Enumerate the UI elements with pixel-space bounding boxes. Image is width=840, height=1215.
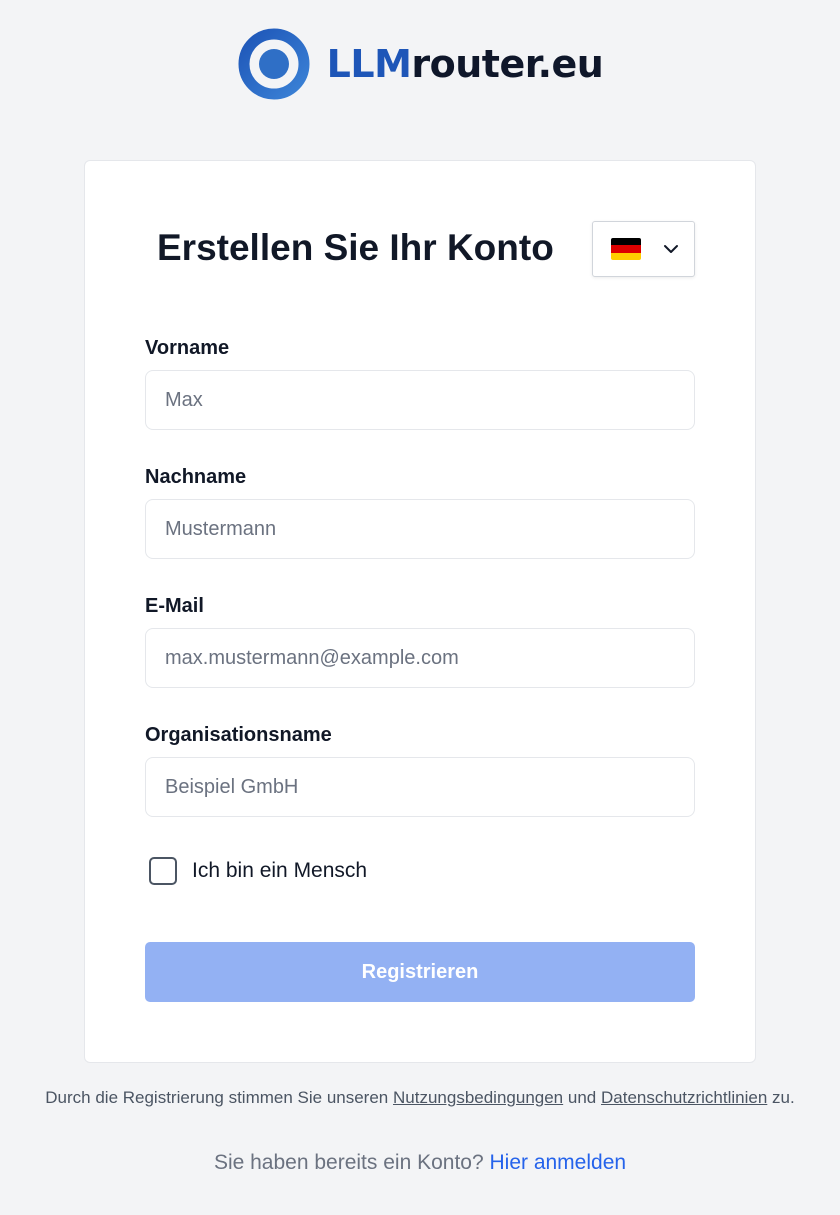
terms-and: und: [567, 1088, 597, 1107]
brand-name-part1: LLM: [326, 42, 412, 86]
brand-logo: LLMrouter.eu: [0, 26, 840, 102]
signup-card: Erstellen Sie Ihr Konto Vorname Nachname…: [84, 160, 756, 1063]
login-prompt-text: Sie haben bereits ein Konto?: [213, 1151, 484, 1174]
language-selector[interactable]: [592, 221, 695, 277]
brand-name-part2: router.eu: [411, 42, 604, 86]
human-checkbox[interactable]: [149, 857, 177, 885]
last-name-input[interactable]: [145, 499, 695, 559]
privacy-link[interactable]: Datenschutzrichtlinien: [601, 1088, 767, 1107]
first-name-label: Vorname: [145, 337, 230, 359]
terms-notice: Durch die Registrierung stimmen Sie unse…: [0, 1088, 840, 1108]
brand-name: LLMrouter.eu: [327, 42, 604, 86]
chevron-down-icon: [664, 245, 678, 253]
organization-input[interactable]: [145, 757, 695, 817]
register-button[interactable]: Registrieren: [145, 942, 695, 1002]
human-check[interactable]: Ich bin ein Mensch: [149, 857, 367, 885]
logo-ring-icon: [238, 28, 310, 100]
organization-label: Organisationsname: [145, 724, 332, 746]
login-prompt: Sie haben bereits ein Konto? Hier anmeld…: [0, 1151, 840, 1175]
terms-prefix: Durch die Registrierung stimmen Sie unse…: [45, 1088, 389, 1107]
human-check-label: Ich bin ein Mensch: [192, 859, 368, 882]
last-name-label: Nachname: [145, 466, 247, 488]
terms-suffix: zu.: [772, 1088, 795, 1107]
terms-link[interactable]: Nutzungsbedingungen: [393, 1088, 563, 1107]
page-title: Erstellen Sie Ihr Konto: [157, 227, 554, 268]
login-link[interactable]: Hier anmelden: [489, 1151, 626, 1174]
email-label: E-Mail: [145, 595, 204, 617]
email-input[interactable]: [145, 628, 695, 688]
first-name-input[interactable]: [145, 370, 695, 430]
german-flag-icon: [611, 238, 641, 260]
